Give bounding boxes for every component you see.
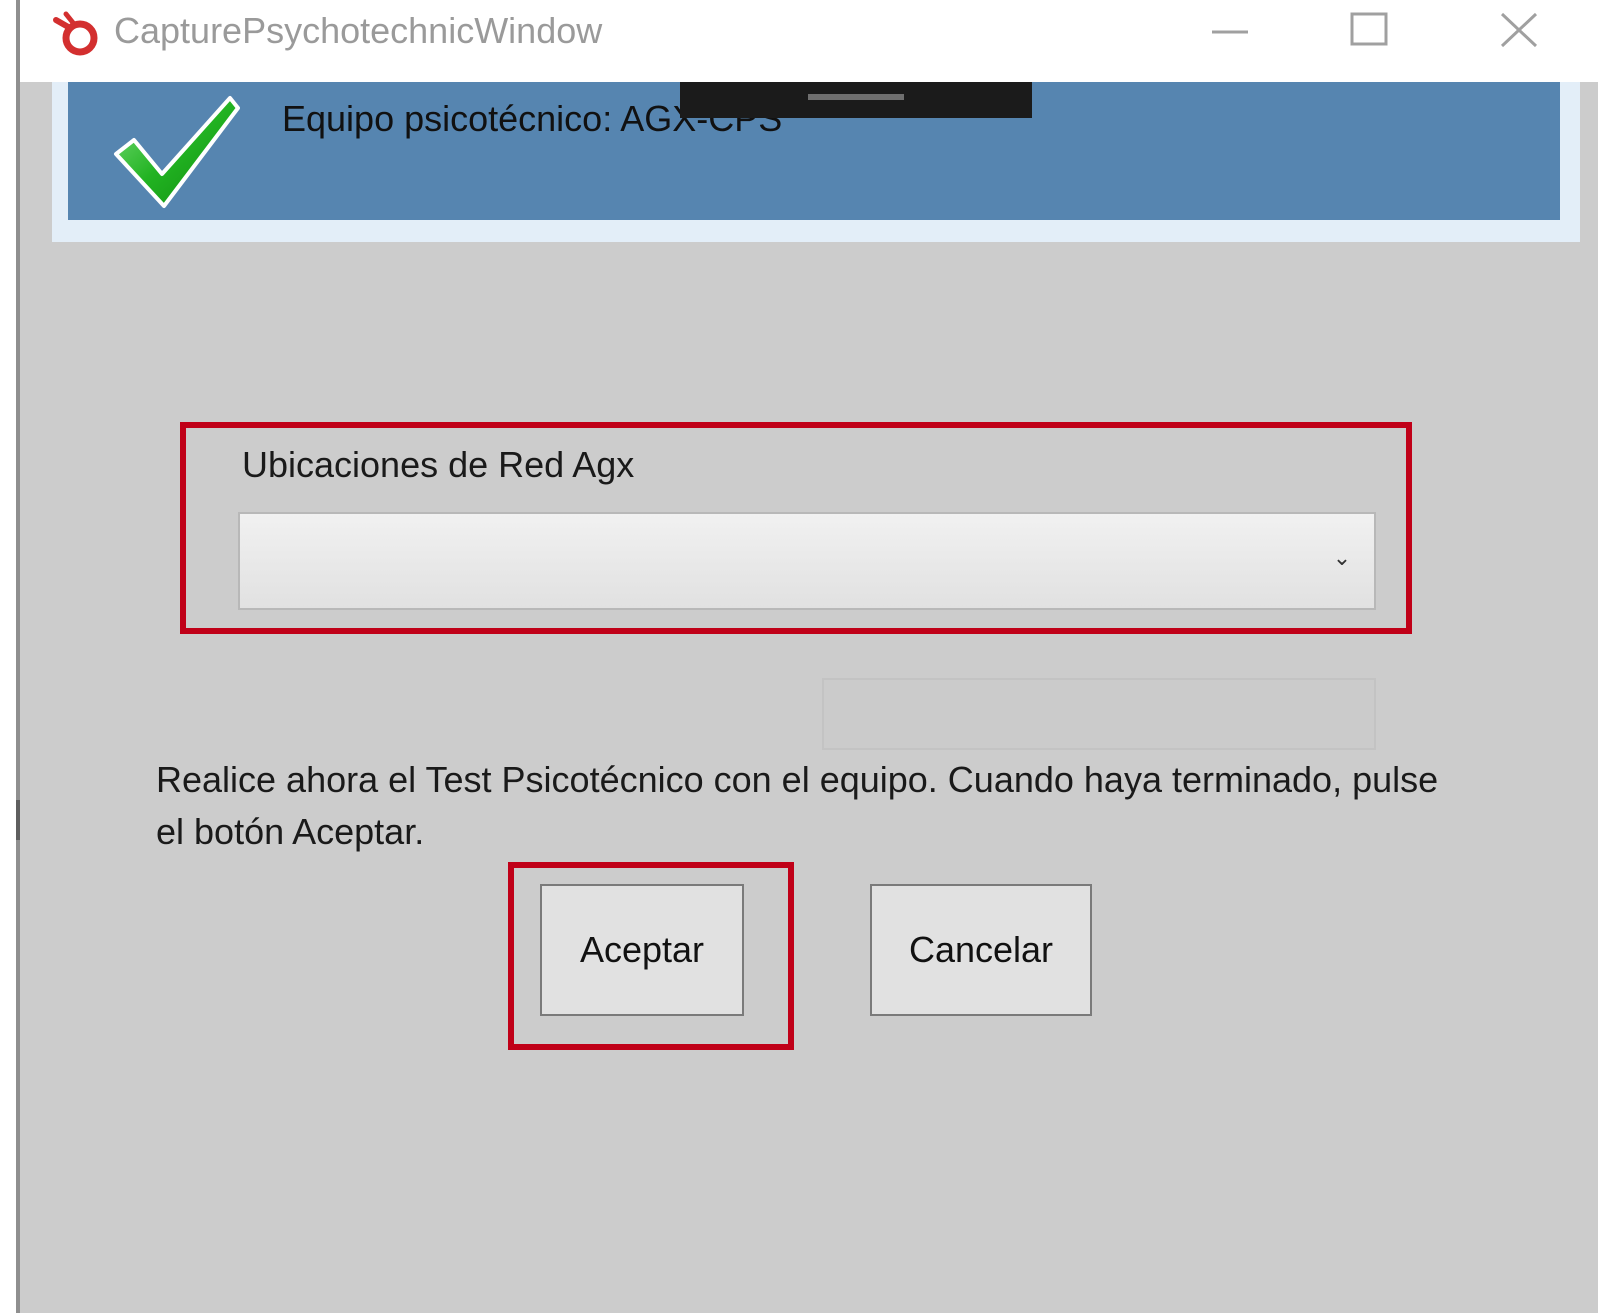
cancel-button[interactable]: Cancelar bbox=[870, 884, 1092, 1016]
maximize-icon bbox=[1350, 12, 1388, 46]
minimize-icon bbox=[1212, 30, 1248, 34]
background-edge bbox=[0, 0, 16, 1313]
status-banner: Equipo psicotécnico: AGX-CPS bbox=[68, 82, 1560, 220]
app-logo-icon bbox=[48, 6, 104, 58]
dropdown-highlight-box bbox=[180, 422, 1412, 634]
minimize-button[interactable] bbox=[1190, 0, 1270, 62]
checkmark-icon bbox=[112, 90, 240, 210]
redaction-overlay bbox=[680, 82, 1032, 118]
title-bar[interactable]: CapturePsychotechnicWindow bbox=[20, 0, 1598, 82]
accept-highlight-box bbox=[508, 862, 794, 1050]
window-client-area: Equipo psicotécnico: AGX-CPS Ubicaciones… bbox=[20, 82, 1598, 1313]
window-title: CapturePsychotechnicWindow bbox=[114, 10, 603, 51]
close-icon bbox=[1500, 12, 1538, 48]
disabled-text-field bbox=[822, 678, 1376, 750]
close-button[interactable] bbox=[1480, 0, 1560, 62]
maximize-button[interactable] bbox=[1330, 0, 1410, 62]
redaction-bar bbox=[808, 94, 904, 100]
instructions-text: Realice ahora el Test Psicotécnico con e… bbox=[156, 759, 1439, 852]
